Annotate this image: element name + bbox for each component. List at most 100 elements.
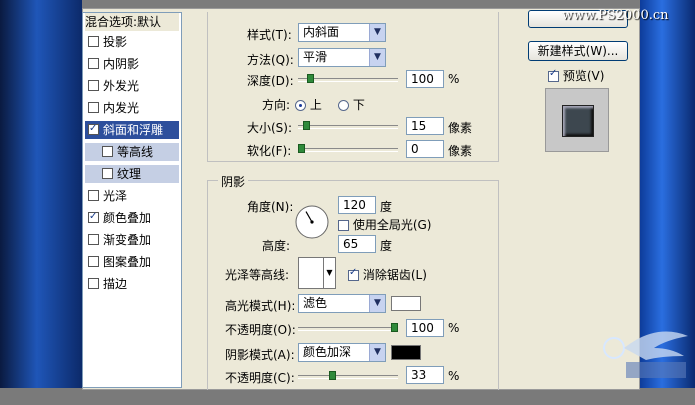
style-item-inner-glow[interactable]: 内发光 bbox=[85, 99, 179, 117]
direction-up-label: 上 bbox=[309, 98, 322, 112]
style-item-label: 图案叠加 bbox=[103, 255, 152, 269]
angle-label: 角度(N): bbox=[247, 200, 294, 214]
preview-checkbox[interactable]: 预览(V) bbox=[548, 67, 604, 84]
contour-checkbox[interactable] bbox=[102, 146, 113, 157]
style-item-label: 外发光 bbox=[103, 79, 140, 93]
style-item-label: 斜面和浮雕 bbox=[103, 123, 164, 137]
style-select-value: 内斜面 bbox=[303, 25, 340, 39]
method-select[interactable]: 平滑 ▼ bbox=[298, 48, 386, 67]
inner-shadow-checkbox[interactable] bbox=[88, 58, 99, 69]
highlight-mode-label: 高光模式(H): bbox=[225, 299, 296, 313]
shadow-mode-label: 阴影模式(A): bbox=[225, 348, 295, 362]
global-light-checkbox[interactable]: 使用全局光(G) bbox=[338, 216, 432, 233]
altitude-unit: 度 bbox=[380, 239, 393, 253]
gloss-contour-label: 光泽等高线: bbox=[225, 268, 290, 282]
method-label: 方法(Q): bbox=[247, 53, 294, 67]
angle-dial[interactable] bbox=[294, 204, 330, 240]
style-select[interactable]: 内斜面 ▼ bbox=[298, 23, 386, 42]
direction-down-radio[interactable]: 下 bbox=[338, 96, 365, 113]
direction-label: 方向: bbox=[262, 98, 291, 112]
depth-slider-thumb[interactable] bbox=[307, 74, 314, 83]
shadow-opacity-input[interactable]: 33 bbox=[406, 366, 444, 384]
style-item-label: 颜色叠加 bbox=[103, 211, 152, 225]
style-item-outer-glow[interactable]: 外发光 bbox=[85, 77, 179, 95]
preview-swatch bbox=[562, 105, 594, 137]
highlight-opacity-slider[interactable] bbox=[298, 327, 398, 331]
inner-glow-checkbox[interactable] bbox=[88, 102, 99, 113]
direction-up-radio[interactable]: 上 bbox=[295, 96, 322, 113]
chevron-down-icon: ▼ bbox=[369, 49, 385, 66]
shadow-opacity-thumb[interactable] bbox=[329, 371, 336, 380]
size-unit: 像素 bbox=[448, 121, 473, 135]
highlight-opacity-input[interactable]: 100 bbox=[406, 319, 444, 337]
blending-options-item[interactable]: 混合选项:默认 bbox=[85, 13, 179, 31]
drop-shadow-checkbox[interactable] bbox=[88, 36, 99, 47]
desktop-background-left bbox=[0, 0, 82, 405]
highlight-color-swatch[interactable] bbox=[391, 296, 421, 311]
soften-input[interactable]: 0 bbox=[406, 140, 444, 158]
highlight-opacity-unit: % bbox=[448, 321, 460, 335]
angle-input[interactable]: 120 bbox=[338, 196, 376, 214]
style-item-pattern-overlay[interactable]: 图案叠加 bbox=[85, 253, 179, 271]
size-slider[interactable] bbox=[298, 125, 398, 129]
shadow-color-swatch[interactable] bbox=[391, 345, 421, 360]
style-item-label: 投影 bbox=[103, 35, 128, 49]
bevel-emboss-checkbox[interactable] bbox=[88, 120, 99, 138]
size-label: 大小(S): bbox=[247, 121, 293, 135]
highlight-mode-select[interactable]: 滤色 ▼ bbox=[298, 294, 386, 313]
radio-icon bbox=[338, 100, 349, 111]
depth-input[interactable]: 100 bbox=[406, 70, 444, 88]
shadow-mode-select[interactable]: 颜色加深 ▼ bbox=[298, 343, 386, 362]
chevron-down-icon[interactable]: ▼ bbox=[324, 257, 336, 289]
gradient-overlay-checkbox[interactable] bbox=[88, 234, 99, 245]
size-input[interactable]: 15 bbox=[406, 117, 444, 135]
highlight-opacity-label: 不透明度(O): bbox=[225, 323, 296, 337]
gloss-contour-preview[interactable] bbox=[298, 257, 324, 289]
depth-unit: % bbox=[448, 72, 460, 86]
checkbox-icon bbox=[348, 267, 359, 281]
checkbox-icon bbox=[338, 220, 349, 231]
satin-checkbox[interactable] bbox=[88, 190, 99, 201]
style-preview-box bbox=[545, 88, 609, 152]
shadow-opacity-slider[interactable] bbox=[298, 375, 398, 379]
style-label: 样式(T): bbox=[247, 28, 292, 42]
style-item-bevel-emboss[interactable]: 斜面和浮雕 bbox=[85, 120, 179, 139]
style-item-satin[interactable]: 光泽 bbox=[85, 187, 179, 205]
style-item-contour[interactable]: 等高线 bbox=[85, 143, 179, 161]
soften-unit: 像素 bbox=[448, 144, 473, 158]
new-style-button[interactable]: 新建样式(W)... bbox=[528, 41, 628, 61]
style-item-label: 纹理 bbox=[117, 167, 142, 181]
highlight-opacity-thumb[interactable] bbox=[391, 323, 398, 332]
shadow-opacity-unit: % bbox=[448, 369, 460, 383]
altitude-label: 高度: bbox=[262, 239, 291, 253]
color-overlay-checkbox[interactable] bbox=[88, 208, 99, 226]
shadow-opacity-label: 不透明度(C): bbox=[225, 371, 295, 385]
style-item-inner-shadow[interactable]: 内阴影 bbox=[85, 55, 179, 73]
style-item-label: 描边 bbox=[103, 277, 128, 291]
chevron-down-icon: ▼ bbox=[369, 295, 385, 312]
style-item-stroke[interactable]: 描边 bbox=[85, 275, 179, 293]
chevron-down-icon: ▼ bbox=[369, 344, 385, 361]
outer-glow-checkbox[interactable] bbox=[88, 80, 99, 91]
depth-label: 深度(D): bbox=[247, 74, 294, 88]
soften-slider[interactable] bbox=[298, 148, 398, 152]
antialias-checkbox[interactable]: 消除锯齿(L) bbox=[348, 266, 427, 283]
styles-list: 混合选项:默认 投影 内阴影 外发光 内发光 斜面和浮雕 等高线 纹理 光泽 颜… bbox=[82, 12, 182, 388]
style-item-drop-shadow[interactable]: 投影 bbox=[85, 33, 179, 51]
stroke-checkbox[interactable] bbox=[88, 278, 99, 289]
highlight-mode-value: 滤色 bbox=[303, 296, 328, 310]
texture-checkbox[interactable] bbox=[102, 168, 113, 179]
soften-slider-thumb[interactable] bbox=[298, 144, 305, 153]
soften-label: 软化(F): bbox=[247, 144, 292, 158]
style-item-color-overlay[interactable]: 颜色叠加 bbox=[85, 208, 179, 227]
size-slider-thumb[interactable] bbox=[303, 121, 310, 130]
pattern-overlay-checkbox[interactable] bbox=[88, 256, 99, 267]
style-item-texture[interactable]: 纹理 bbox=[85, 165, 179, 183]
style-item-label: 渐变叠加 bbox=[103, 233, 152, 247]
chevron-down-icon: ▼ bbox=[369, 24, 385, 41]
altitude-input[interactable]: 65 bbox=[338, 235, 376, 253]
style-item-gradient-overlay[interactable]: 渐变叠加 bbox=[85, 231, 179, 249]
bottom-frame bbox=[0, 388, 695, 405]
radio-icon bbox=[295, 100, 306, 111]
style-item-label: 光泽 bbox=[103, 189, 128, 203]
